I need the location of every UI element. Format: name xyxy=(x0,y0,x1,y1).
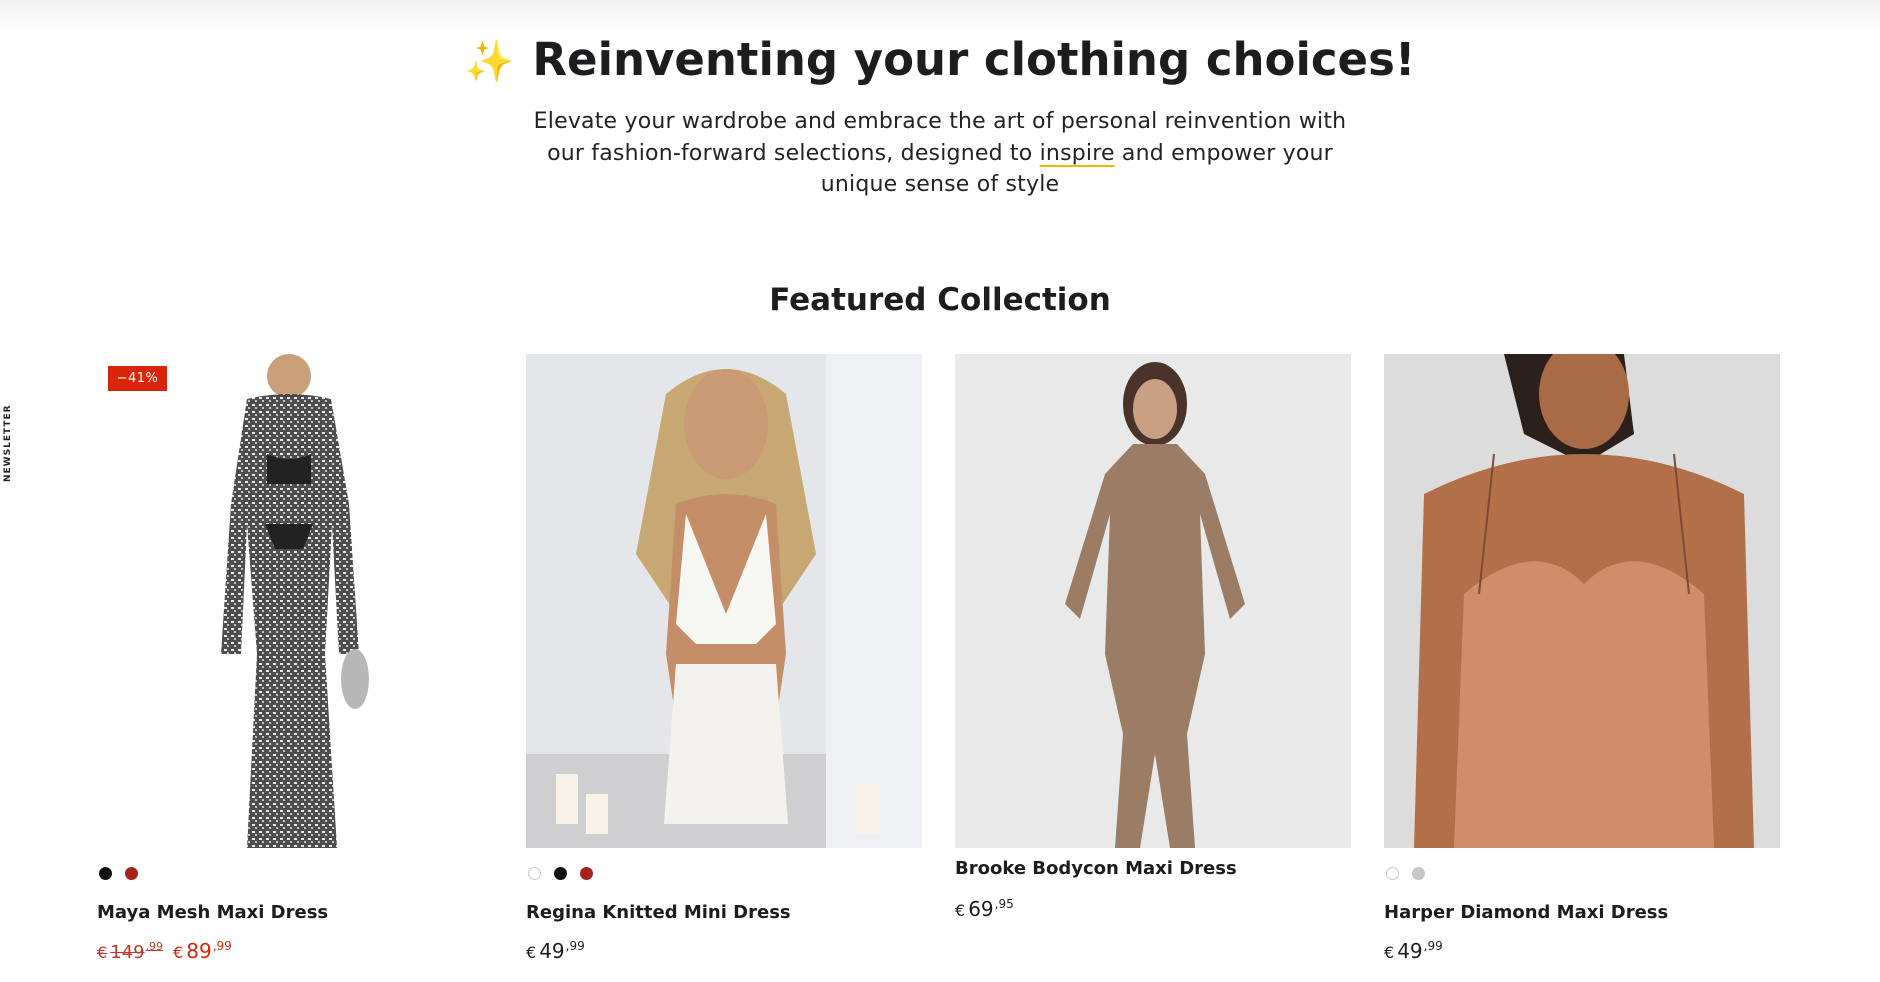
swatch-black[interactable] xyxy=(99,866,112,880)
swatch-white[interactable] xyxy=(1386,866,1399,880)
color-swatches xyxy=(1384,866,1780,880)
product-image[interactable] xyxy=(526,354,922,848)
product-card[interactable]: Regina Knitted Mini Dress €49,99 xyxy=(526,354,922,965)
price-row: €149,99 €89,99 xyxy=(97,934,493,965)
swatch-white[interactable] xyxy=(528,866,541,880)
swatch-red[interactable] xyxy=(125,866,138,880)
price: €69,95 xyxy=(955,897,1014,921)
sparkles-icon: ✨ xyxy=(464,39,515,85)
product-title[interactable]: Brooke Bodycon Maxi Dress xyxy=(955,858,1351,880)
price: €49,99 xyxy=(1384,939,1443,963)
hero-description-highlight: inspire xyxy=(1039,140,1115,166)
product-card[interactable]: Brooke Bodycon Maxi Dress €69,95 xyxy=(955,354,1351,923)
product-title[interactable]: Regina Knitted Mini Dress xyxy=(526,902,922,924)
hero-title-text: Reinventing your clothing choices! xyxy=(532,33,1416,86)
compare-price: €149,99 xyxy=(97,940,164,963)
swatch-black[interactable] xyxy=(554,866,567,880)
header-shadow xyxy=(0,0,1880,28)
swatch-silver[interactable] xyxy=(1412,866,1425,880)
product-image-maya xyxy=(97,354,493,848)
product-image[interactable] xyxy=(955,354,1351,848)
swatch-red[interactable] xyxy=(580,866,593,880)
color-swatches xyxy=(526,866,922,880)
hero-description: Elevate your wardrobe and embrace the ar… xyxy=(530,106,1350,201)
product-title[interactable]: Harper Diamond Maxi Dress xyxy=(1384,902,1780,924)
sale-price: €89,99 xyxy=(173,939,232,963)
product-image[interactable]: −41% xyxy=(97,354,493,848)
color-swatches xyxy=(97,866,493,880)
price-row: €49,99 xyxy=(526,934,922,965)
product-image[interactable] xyxy=(1384,354,1780,848)
hero-title: ✨ Reinventing your clothing choices! xyxy=(0,28,1880,94)
featured-collection-title: Featured Collection xyxy=(769,282,1111,318)
price-row: €69,95 xyxy=(955,892,1351,923)
product-card[interactable]: Harper Diamond Maxi Dress €49,99 xyxy=(1384,354,1780,965)
product-image-regina xyxy=(526,354,922,848)
product-image-brooke xyxy=(955,354,1351,848)
product-image-harper xyxy=(1384,354,1780,848)
product-title[interactable]: Maya Mesh Maxi Dress xyxy=(97,902,493,924)
price-row: €49,99 xyxy=(1384,934,1780,965)
discount-badge: −41% xyxy=(108,366,167,391)
price: €49,99 xyxy=(526,939,585,963)
product-card[interactable]: −41% Maya Mesh Maxi Dress €149,99 €89,99 xyxy=(97,354,493,965)
newsletter-tab[interactable]: NEWSLETTER xyxy=(1,404,15,482)
page: NEWSLETTER ✨ Reinventing your clothing ch… xyxy=(0,0,1880,982)
